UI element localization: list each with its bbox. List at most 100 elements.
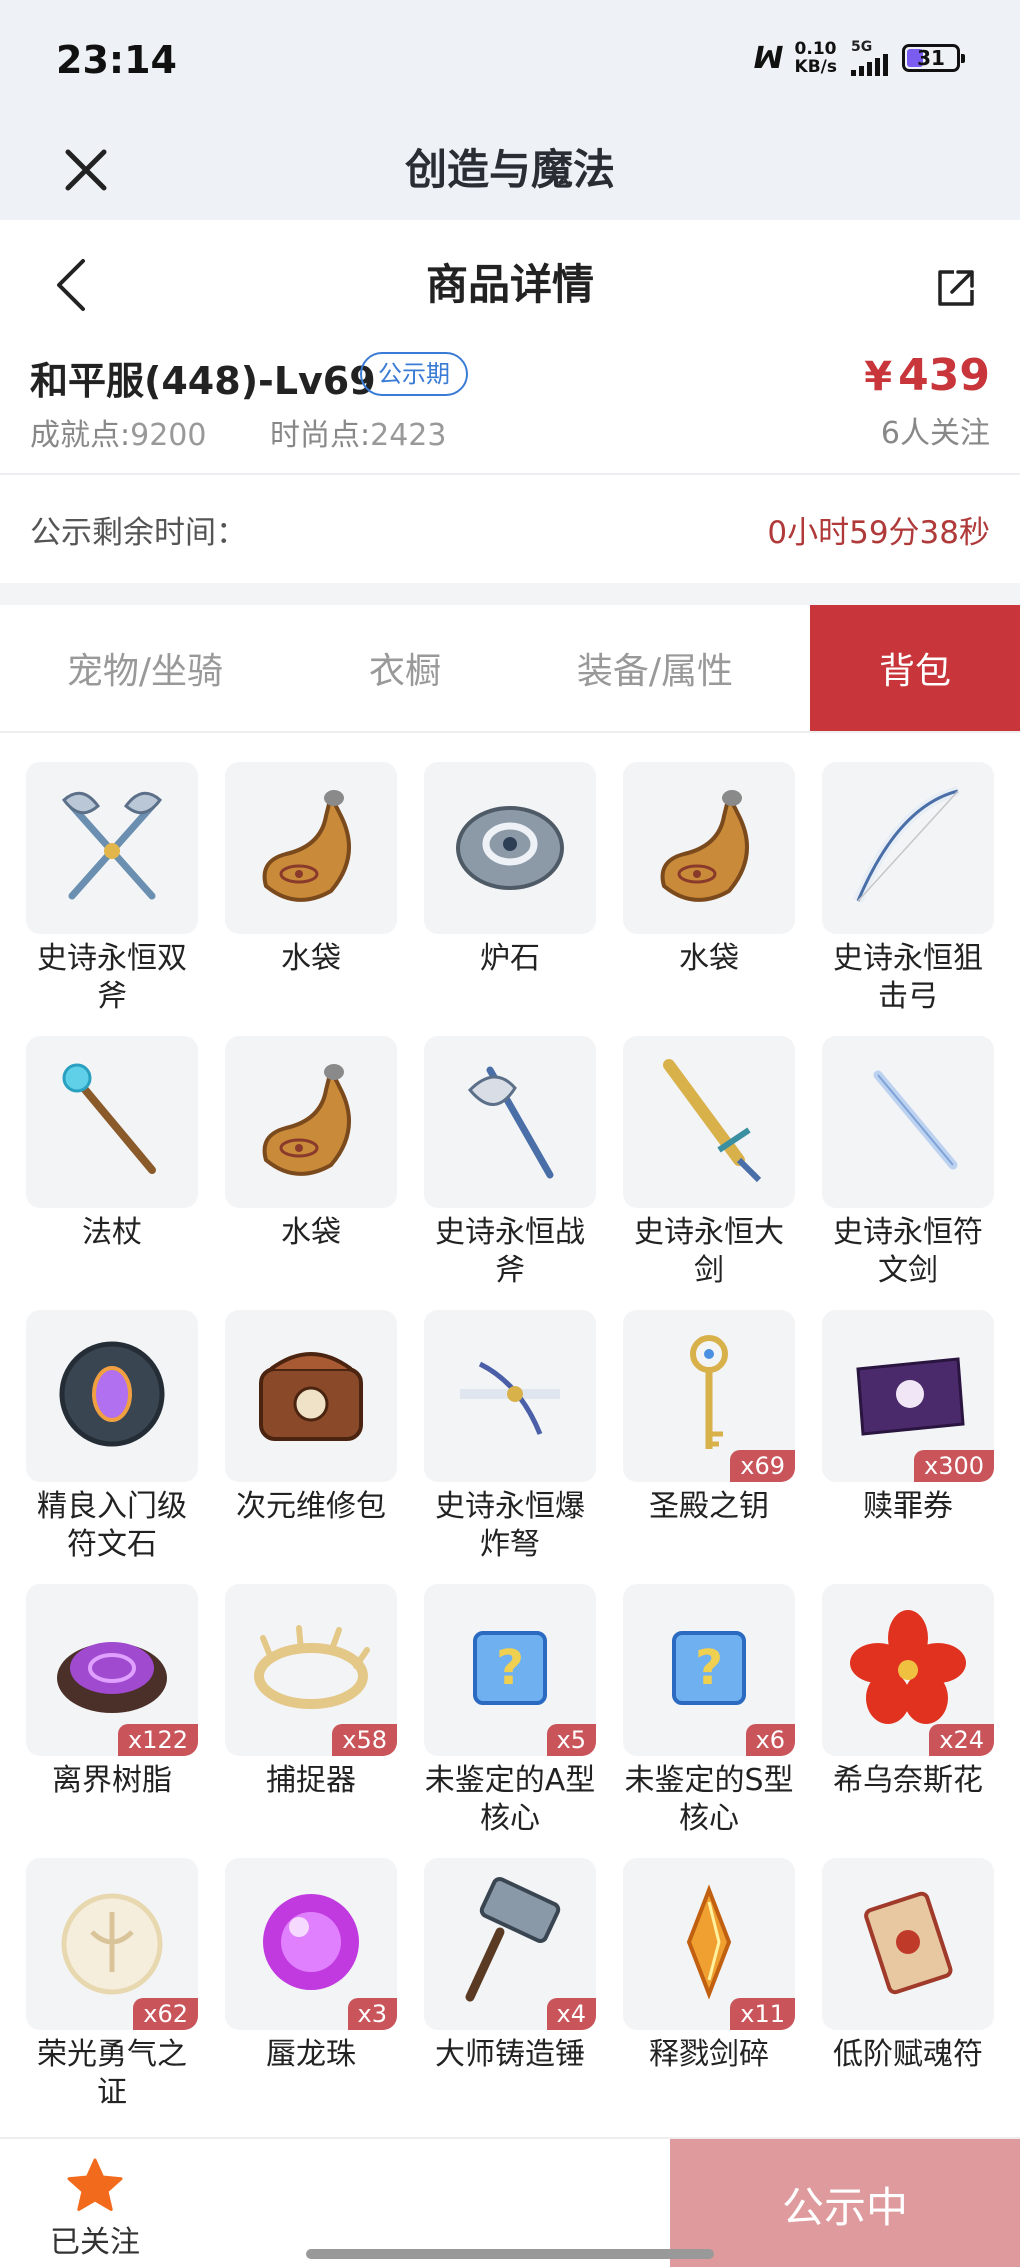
backpack-item[interactable]: 史诗永恒大剑: [623, 1036, 795, 1310]
item-name: 未鉴定的A型核心: [424, 1763, 596, 1836]
item-thumbnail: [225, 1036, 397, 1208]
item-thumbnail: x11: [623, 1858, 795, 2030]
share-button[interactable]: [926, 258, 986, 318]
status-icons: ꟽ 0.10 KB/s 5G 31: [754, 39, 965, 77]
double-axe-icon: [42, 776, 182, 920]
section-divider: [0, 583, 1020, 605]
shard-icon: [639, 1872, 779, 2016]
page-title: 商品详情: [425, 260, 594, 309]
item-thumbnail: x4: [424, 1858, 596, 2030]
item-quantity: x69: [730, 1450, 795, 1482]
star-icon: [67, 2158, 123, 2211]
crossbow-icon: [440, 1324, 580, 1468]
tab-pets-mounts[interactable]: 宠物/坐骑: [0, 605, 290, 731]
price: ¥439: [864, 350, 990, 401]
item-name: 离界树脂: [52, 1763, 172, 1798]
price-value: 439: [898, 350, 990, 401]
tab-backpack[interactable]: 背包: [810, 605, 1020, 731]
app-bar: 创造与魔法: [0, 120, 1020, 220]
item-name: 法杖: [82, 1215, 142, 1250]
app-title: 创造与魔法: [404, 145, 615, 194]
backpack-item[interactable]: 史诗永恒爆炸弩: [424, 1310, 596, 1584]
staff-icon: [42, 1050, 182, 1194]
follow-button[interactable]: 已关注: [40, 2157, 150, 2261]
item-quantity: x3: [347, 1998, 397, 2030]
item-thumbnail: x62: [26, 1858, 198, 2030]
status-bar: 23:14 ꟽ 0.10 KB/s 5G 31: [0, 0, 1020, 120]
speed-unit: KB/s: [794, 57, 837, 77]
status-badge: 公示期: [360, 352, 468, 396]
emblem-icon: [42, 1872, 182, 2016]
item-name: 水袋: [281, 941, 341, 976]
backpack-item[interactable]: 史诗永恒符文剑: [822, 1036, 994, 1310]
close-button[interactable]: [56, 120, 116, 220]
bottom-bar: 已关注 公示中: [0, 2137, 1020, 2267]
backpack-item[interactable]: 次元维修包: [225, 1310, 397, 1584]
item-thumbnail: [424, 762, 596, 934]
signal-label: 5G: [851, 39, 873, 55]
ticket-icon: [838, 1324, 978, 1468]
backpack-item[interactable]: 水袋: [225, 1036, 397, 1310]
backpack-item[interactable]: x24 希乌奈斯花: [822, 1584, 994, 1858]
backpack-item[interactable]: 史诗永恒双斧: [26, 762, 198, 1036]
detail-nav: 商品详情: [0, 220, 1020, 350]
backpack-item[interactable]: ? x6 未鉴定的S型核心: [623, 1584, 795, 1858]
item-quantity: x4: [546, 1998, 596, 2030]
water-bag-icon: [241, 1050, 381, 1194]
tab-wardrobe[interactable]: 衣橱: [290, 605, 520, 731]
item-name: 低阶赋魂符: [833, 2037, 983, 2072]
tab-equipment-attributes[interactable]: 装备/属性: [520, 605, 790, 731]
backpack-item[interactable]: x3 蜃龙珠: [225, 1858, 397, 2132]
mystery-box-icon: ?: [440, 1598, 580, 1742]
item-thumbnail: [822, 1036, 994, 1208]
item-name: 次元维修包: [236, 1489, 386, 1524]
item-thumbnail: x69: [623, 1310, 795, 1482]
backpack-item[interactable]: 史诗永恒战斧: [424, 1036, 596, 1310]
item-thumbnail: [26, 762, 198, 934]
item-thumbnail: [26, 1310, 198, 1482]
item-quantity: x58: [332, 1724, 397, 1756]
account-stats: 成就点:9200 时尚点:2423: [30, 410, 500, 454]
follower-count: 6人关注: [880, 416, 990, 451]
backpack-item[interactable]: 水袋: [623, 762, 795, 1036]
backpack-item[interactable]: 水袋: [225, 762, 397, 1036]
close-icon: [65, 149, 107, 191]
backpack-item[interactable]: x4 大师铸造锤: [424, 1858, 596, 2132]
item-name: 荣光勇气之证: [37, 2037, 187, 2110]
item-quantity: x62: [133, 1998, 198, 2030]
item-name: 捕捉器: [266, 1763, 356, 1798]
backpack-item[interactable]: x122 离界树脂: [26, 1584, 198, 1858]
battery-icon: 31: [902, 44, 965, 72]
achievement-label: 成就点:: [30, 418, 131, 453]
account-name: 和平服(448)-Lv69: [30, 359, 376, 403]
backpack-item[interactable]: 低阶赋魂符: [822, 1858, 994, 2132]
backpack-item[interactable]: x300 赎罪券: [822, 1310, 994, 1584]
backpack-item[interactable]: 法杖: [26, 1036, 198, 1310]
item-name: 释戮剑碎: [649, 2037, 769, 2072]
water-bag-icon: [639, 776, 779, 920]
item-name: 精良入门级符文石: [37, 1489, 187, 1562]
item-quantity: x5: [546, 1724, 596, 1756]
backpack-item[interactable]: x58 捕捉器: [225, 1584, 397, 1858]
back-button[interactable]: [40, 250, 100, 320]
rune-sword-icon: [838, 1050, 978, 1194]
svg-text:?: ?: [695, 1640, 723, 1696]
rune-stone-icon: [42, 1324, 182, 1468]
svg-text:?: ?: [496, 1640, 524, 1696]
backpack-item[interactable]: x11 释戮剑碎: [623, 1858, 795, 2132]
backpack-item[interactable]: 炉石: [424, 762, 596, 1036]
backpack-item[interactable]: 精良入门级符文石: [26, 1310, 198, 1584]
backpack-item[interactable]: x69 圣殿之钥: [623, 1310, 795, 1584]
item-name: 蜃龙珠: [266, 2037, 356, 2072]
backpack-item[interactable]: x62 荣光勇气之证: [26, 1858, 198, 2132]
home-indicator[interactable]: [306, 2249, 714, 2259]
backpack-item[interactable]: 史诗永恒狙击弓: [822, 762, 994, 1036]
item-name: 史诗永恒符文剑: [833, 1215, 983, 1288]
publicity-status-button[interactable]: 公示中: [670, 2139, 1020, 2267]
item-thumbnail: [623, 762, 795, 934]
backpack-item[interactable]: ? x5 未鉴定的A型核心: [424, 1584, 596, 1858]
countdown-row: 公示剩余时间： 0小时59分38秒: [0, 477, 1020, 583]
flower-icon: [838, 1598, 978, 1742]
hearthstone-icon: [440, 776, 580, 920]
item-name: 赎罪券: [863, 1489, 953, 1524]
